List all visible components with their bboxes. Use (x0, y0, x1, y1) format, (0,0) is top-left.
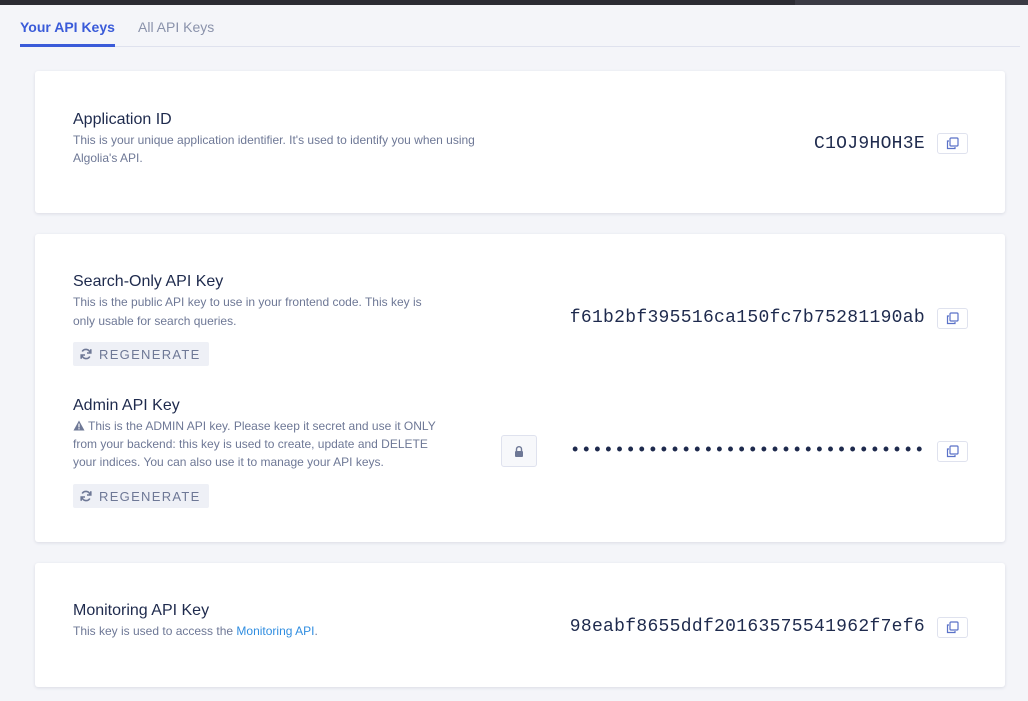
regenerate-admin-key-button[interactable]: REGENERATE (73, 484, 209, 508)
copy-icon (946, 312, 959, 325)
application-id-value: C1OJ9HOH3E (813, 134, 925, 154)
admin-key-desc-line3: your indices. You can also use it to man… (73, 455, 384, 469)
monitoring-key-desc: This key is used to access the Monitorin… (73, 622, 318, 640)
top-bar-left (0, 0, 795, 5)
search-key-desc-line1: This is the public API key to use in you… (73, 295, 422, 309)
copy-monitoring-key-button[interactable] (937, 617, 968, 638)
tab-bar: Your API Keys All API Keys (20, 10, 1020, 47)
api-keys-card: Search-Only API Key This is the public A… (35, 234, 1005, 542)
monitoring-key-title: Monitoring API Key (73, 602, 210, 619)
regenerate-search-key-button[interactable]: REGENERATE (73, 342, 209, 366)
monitoring-key-value: 98eabf8655ddf20163575541962f7ef6 (569, 617, 925, 637)
regenerate-search-key-label: REGENERATE (99, 346, 201, 362)
admin-key-desc-text: This is the ADMIN API key. Please keep i… (88, 419, 436, 433)
copy-icon (946, 621, 959, 634)
top-bar (0, 0, 1028, 5)
warning-icon (73, 420, 85, 431)
monitoring-key-card: Monitoring API Key This key is used to a… (35, 563, 1005, 687)
copy-icon (946, 137, 959, 150)
admin-key-desc-line1: This is the ADMIN API key. Please keep i… (73, 417, 436, 435)
copy-admin-key-button[interactable] (937, 441, 968, 462)
refresh-icon (80, 490, 92, 502)
top-bar-right (795, 0, 1028, 5)
tab-your-api-keys[interactable]: Your API Keys (20, 18, 115, 47)
lock-icon (515, 445, 523, 457)
monitoring-key-desc-prefix: This key is used to access the (73, 624, 237, 638)
admin-key-title: Admin API Key (73, 397, 180, 414)
tab-all-api-keys[interactable]: All API Keys (138, 18, 214, 36)
copy-icon (946, 445, 959, 458)
copy-application-id-button[interactable] (937, 133, 968, 154)
application-id-desc-line2: Algolia's API. (73, 151, 143, 165)
copy-search-key-button[interactable] (937, 308, 968, 329)
search-key-title: Search-Only API Key (73, 273, 224, 290)
search-key-value: f61b2bf395516ca150fc7b75281190ab (569, 308, 925, 328)
admin-key-desc-line2: from your backend: this key is used to c… (73, 437, 428, 451)
search-key-desc-line2: only usable for search queries. (73, 314, 237, 328)
refresh-icon (80, 348, 92, 360)
admin-key-value: •••••••••••••••••••••••••••••••• (569, 441, 925, 461)
reveal-admin-key-button[interactable] (501, 435, 537, 467)
application-id-card: Application ID This is your unique appli… (35, 71, 1005, 213)
monitoring-api-link[interactable]: Monitoring API (236, 624, 314, 638)
application-id-title: Application ID (73, 111, 172, 128)
regenerate-admin-key-label: REGENERATE (99, 488, 201, 504)
application-id-desc-line1: This is your unique application identifi… (73, 133, 475, 147)
monitoring-key-desc-suffix: . (314, 624, 318, 638)
